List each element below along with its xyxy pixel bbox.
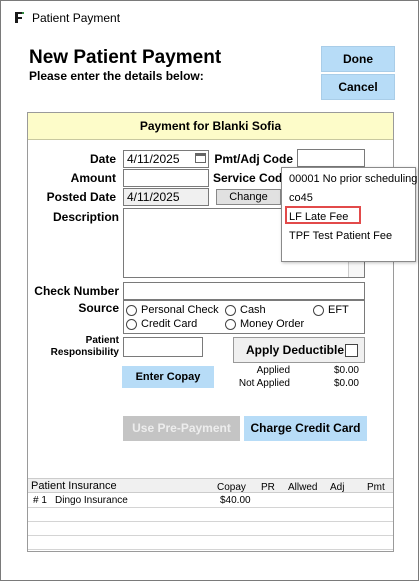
dropdown-item-late-fee[interactable]: LF Late Fee [289,211,348,223]
patient-resp-label-line1: Patient [85,335,119,346]
page-title: New Patient Payment [29,47,222,68]
pmt-adj-code-dropdown: 00001 No prior scheduling co45 LF Late F… [281,167,417,262]
enter-copay-button[interactable]: Enter Copay [122,366,214,388]
app-icon [13,11,25,24]
service-code-label: Service Cod [213,171,281,185]
use-prepayment-button: Use Pre-Payment [123,416,240,441]
not-applied-value: $0.00 [333,378,359,389]
check-number-label: Check Number [34,284,119,298]
amount-field[interactable] [123,169,209,187]
source-money-order[interactable]: Money Order [225,318,304,330]
calendar-icon[interactable] [195,153,206,163]
col-adj: Adj [330,482,345,493]
source-eft[interactable]: EFT [313,304,349,316]
col-copay: Copay [217,482,246,493]
patient-responsibility-field[interactable] [123,337,203,357]
not-applied-label: Not Applied [238,378,290,389]
col-patient-insurance: Patient Insurance [31,480,117,492]
date-label: Date [89,152,116,166]
cancel-button[interactable]: Cancel [321,74,395,100]
title-bar: Patient Payment [1,1,418,35]
page-subtitle: Please enter the details below: [29,69,204,83]
radio-icon[interactable] [225,304,236,316]
source-cash[interactable]: Cash [225,304,266,316]
insurance-table-header: Patient Insurance Copay PR Allwed Adj Pm… [28,478,393,493]
insurance-name: Dingo Insurance [55,495,128,506]
done-button[interactable]: Done [321,46,395,72]
source-label: Source [78,301,119,315]
table-row [28,508,393,522]
radio-icon[interactable] [126,318,137,330]
applied-value: $0.00 [333,365,359,376]
apply-deductible-button[interactable]: Apply Deductible [233,337,365,363]
radio-icon[interactable] [313,304,324,316]
dropdown-item-co45[interactable]: co45 [289,192,313,204]
apply-deductible-label: Apply Deductible [246,343,345,357]
dropdown-item-no-prior-scheduling[interactable]: 00001 No prior scheduling [289,173,417,185]
col-allwed: Allwed [288,482,318,493]
amount-label: Amount [70,171,116,185]
patient-payment-window: Patient Payment New Patient Payment Plea… [0,0,419,581]
table-row [28,522,393,536]
insurance-num: # 1 [33,495,47,506]
posted-date-field: 4/11/2025 [123,188,209,206]
table-row [28,536,393,550]
description-label: Description [52,210,119,224]
charge-credit-card-button[interactable]: Charge Credit Card [244,416,367,441]
table-row[interactable]: # 1 Dingo Insurance $40.00 [28,494,393,508]
source-credit-card[interactable]: Credit Card [126,318,197,330]
apply-deductible-checkbox[interactable] [345,344,358,357]
patient-resp-label-line2: Responsibility [50,347,119,358]
col-pmt: Pmt [367,482,385,493]
pmt-adj-code-label: Pmt/Adj Code [214,152,293,166]
source-personal-check[interactable]: Personal Check [126,304,219,316]
insurance-copay: $40.00 [220,495,251,506]
applied-label: Applied [256,365,290,376]
panel-title: Payment for Blanki Sofia [28,113,393,140]
dropdown-item-test-patient-fee[interactable]: TPF Test Patient Fee [289,230,392,242]
radio-icon[interactable] [225,318,236,330]
radio-icon[interactable] [126,304,137,316]
check-number-field[interactable] [123,282,365,300]
col-pr: PR [261,482,275,493]
pmt-adj-code-field[interactable] [297,149,365,167]
window-title: Patient Payment [32,11,121,25]
posted-date-label: Posted Date [46,190,116,204]
change-button[interactable]: Change [216,189,281,205]
